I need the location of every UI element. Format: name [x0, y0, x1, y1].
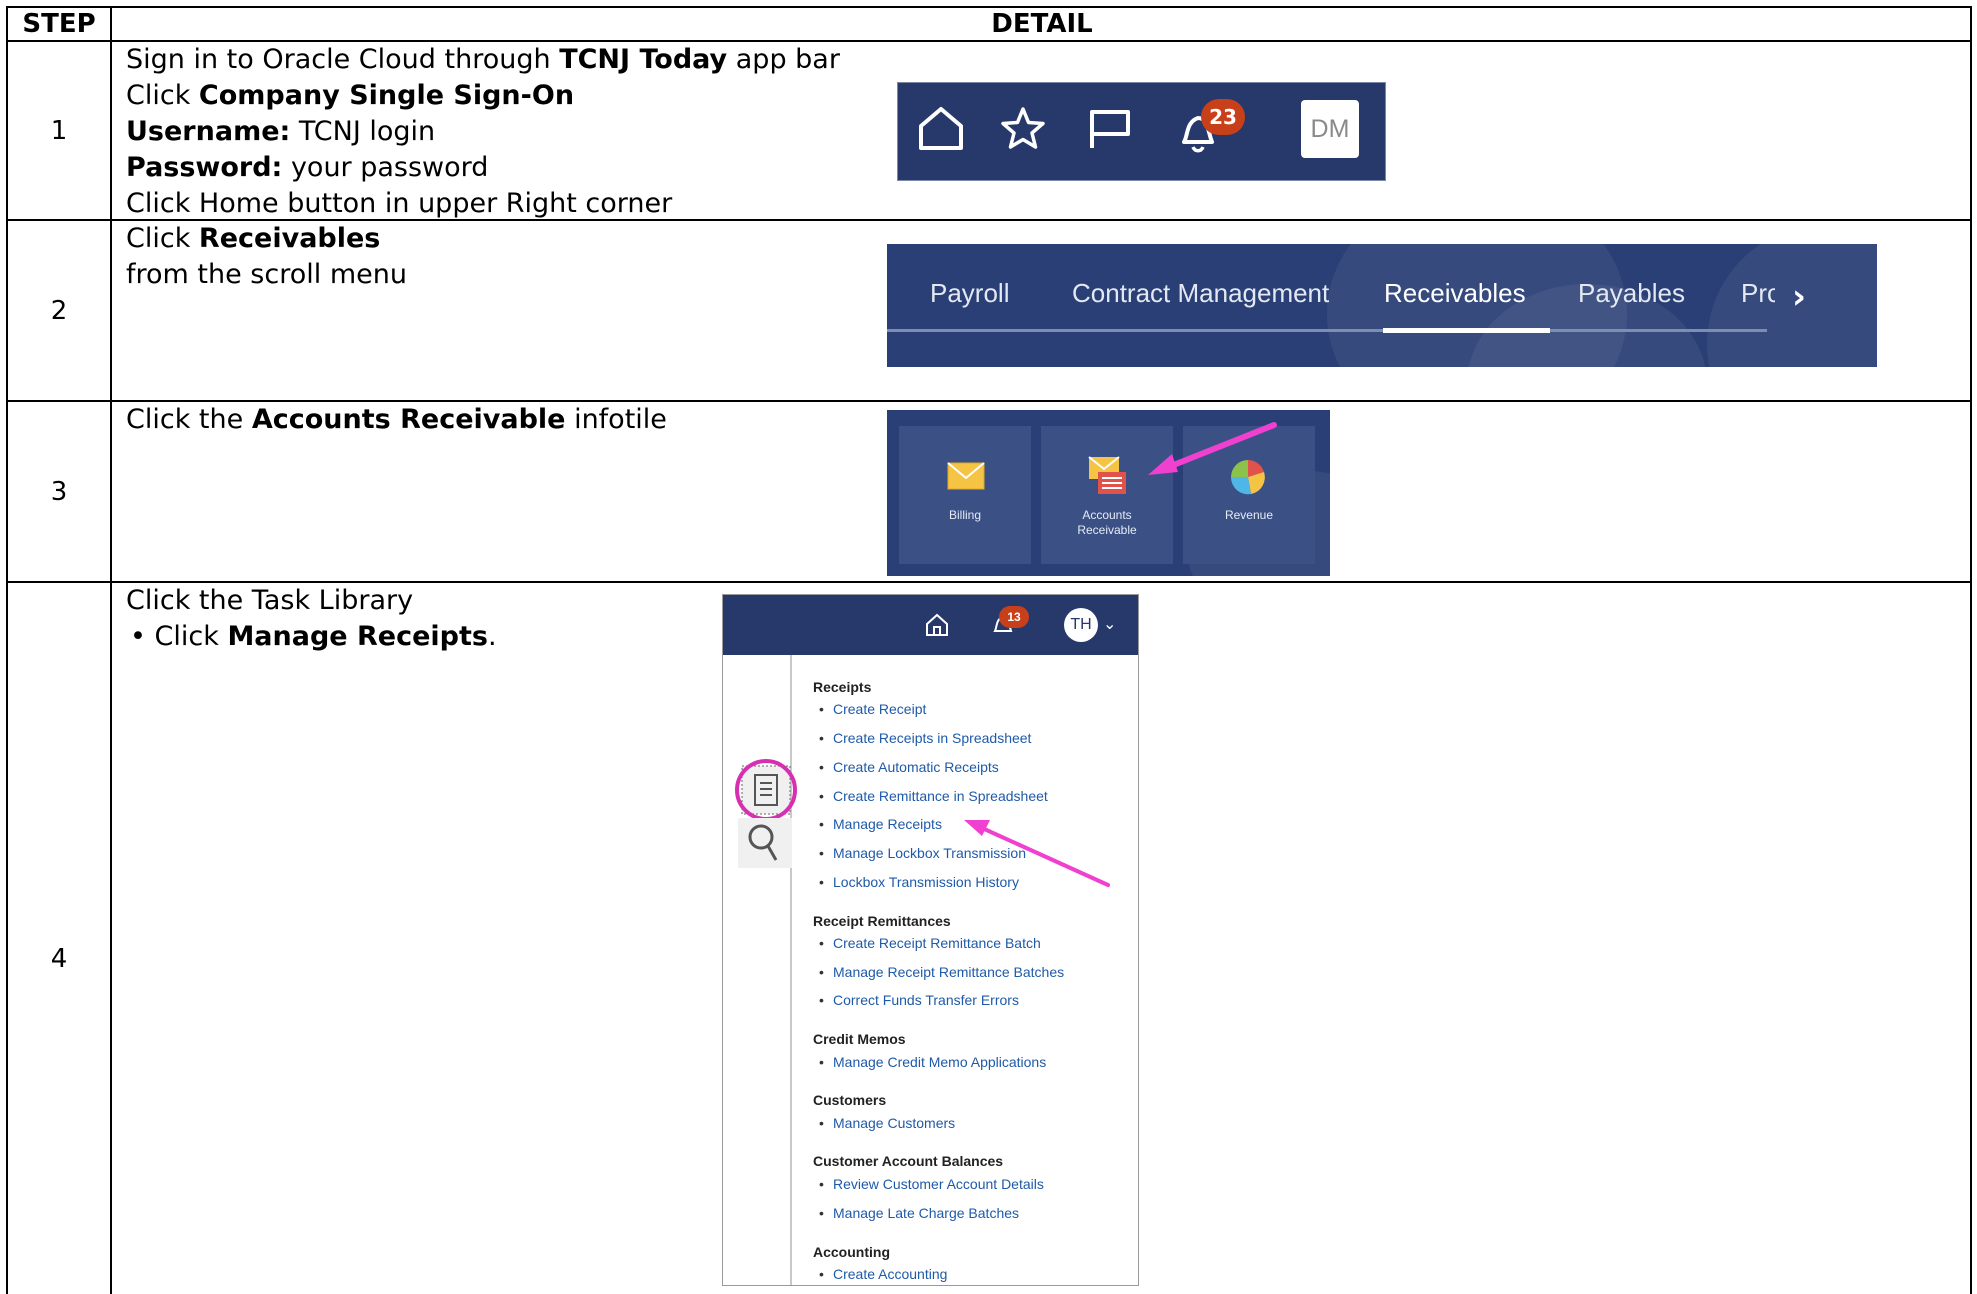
envelope-icon [947, 462, 985, 490]
tile-label: Revenue [1224, 508, 1274, 522]
section-title: Accounting [813, 1244, 890, 1260]
section-title: Receipts [813, 679, 872, 695]
avatar[interactable]: TH [1064, 608, 1098, 642]
tile-billing[interactable] [899, 426, 1031, 564]
envelope-document-icon [1088, 456, 1126, 494]
step-number: 4 [50, 944, 68, 974]
header-step: STEP [22, 9, 96, 39]
step-4-instructions: Click the Task Library • Click Manage Re… [126, 585, 497, 652]
task-library-sidebar-divider [790, 655, 792, 1285]
link-manage-receipts[interactable]: Manage Receipts [819, 815, 942, 833]
header-detail: DETAIL [991, 9, 1093, 39]
search-icon[interactable] [738, 818, 792, 868]
home-icon[interactable] [917, 104, 965, 152]
nav-item-contract-management[interactable]: Contract Management [1072, 277, 1329, 309]
step-number: 2 [50, 296, 68, 326]
step-3-instructions: Click the Accounts Receivable infotile [126, 404, 667, 435]
notification-badge: 13 [999, 606, 1029, 628]
nav-underline [887, 329, 1767, 332]
task-library-icon[interactable] [734, 758, 798, 822]
notification-badge: 23 [1201, 99, 1245, 135]
section-title: Customers [813, 1092, 887, 1108]
step-number: 3 [50, 477, 68, 507]
link-create-accounting[interactable]: Create Accounting [819, 1265, 947, 1283]
nav-item-payroll[interactable]: Payroll [930, 277, 1009, 309]
avatar[interactable]: DM [1301, 100, 1359, 158]
nav-item-payables[interactable]: Payables [1578, 277, 1685, 309]
scroll-menu [887, 244, 1877, 367]
step-number: 1 [50, 116, 68, 146]
flag-icon[interactable] [1088, 108, 1132, 150]
link-create-receipt-remittance-batch[interactable]: Create Receipt Remittance Batch [819, 934, 1041, 952]
chevron-down-icon[interactable]: ⌄ [1103, 614, 1116, 633]
section-title: Credit Memos [813, 1031, 906, 1047]
home-icon[interactable] [924, 612, 950, 638]
step-1-instructions: Sign in to Oracle Cloud through TCNJ Tod… [126, 44, 840, 219]
section-title: Customer Account Balances [813, 1153, 1004, 1169]
column-divider [110, 6, 112, 1294]
chevron-right-icon[interactable]: › [1792, 280, 1806, 314]
nav-selected-indicator [1383, 328, 1550, 333]
link-review-customer-account-details[interactable]: Review Customer Account Details [819, 1175, 1044, 1193]
nav-item-receivables[interactable]: Receivables [1384, 277, 1526, 309]
link-manage-credit-memo-applications[interactable]: Manage Credit Memo Applications [819, 1053, 1046, 1071]
step-2-instructions: Click Receivables from the scroll menu [126, 223, 407, 290]
nav-item-procurement[interactable]: Prc [1741, 277, 1775, 309]
link-correct-funds-transfer-errors[interactable]: Correct Funds Transfer Errors [819, 991, 1019, 1009]
star-icon[interactable] [1000, 106, 1046, 150]
link-create-automatic-receipts[interactable]: Create Automatic Receipts [819, 758, 999, 776]
link-manage-late-charge-batches[interactable]: Manage Late Charge Batches [819, 1204, 1019, 1222]
link-create-receipts-in-spreadsheet[interactable]: Create Receipts in Spreadsheet [819, 729, 1031, 747]
pointer-arrow [1148, 422, 1277, 475]
link-manage-receipt-remittance-batches[interactable]: Manage Receipt Remittance Batches [819, 963, 1064, 981]
tile-label: Accounts Receivable [1077, 508, 1137, 537]
pointer-arrow [964, 820, 1110, 887]
tile-label: Billing [948, 508, 981, 522]
section-title: Receipt Remittances [813, 913, 951, 929]
link-create-remittance-in-spreadsheet[interactable]: Create Remittance in Spreadsheet [819, 787, 1048, 805]
link-create-receipt[interactable]: Create Receipt [819, 700, 926, 718]
link-manage-customers[interactable]: Manage Customers [819, 1114, 955, 1132]
